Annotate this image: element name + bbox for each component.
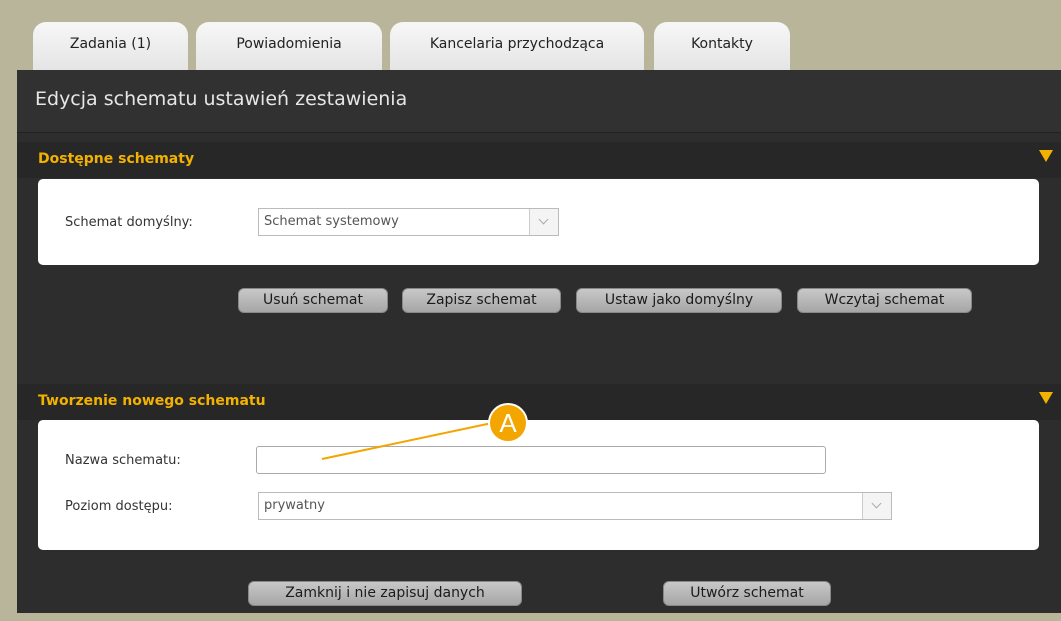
annotation-pointer-line xyxy=(321,422,493,460)
annotation-marker: A xyxy=(488,403,528,443)
